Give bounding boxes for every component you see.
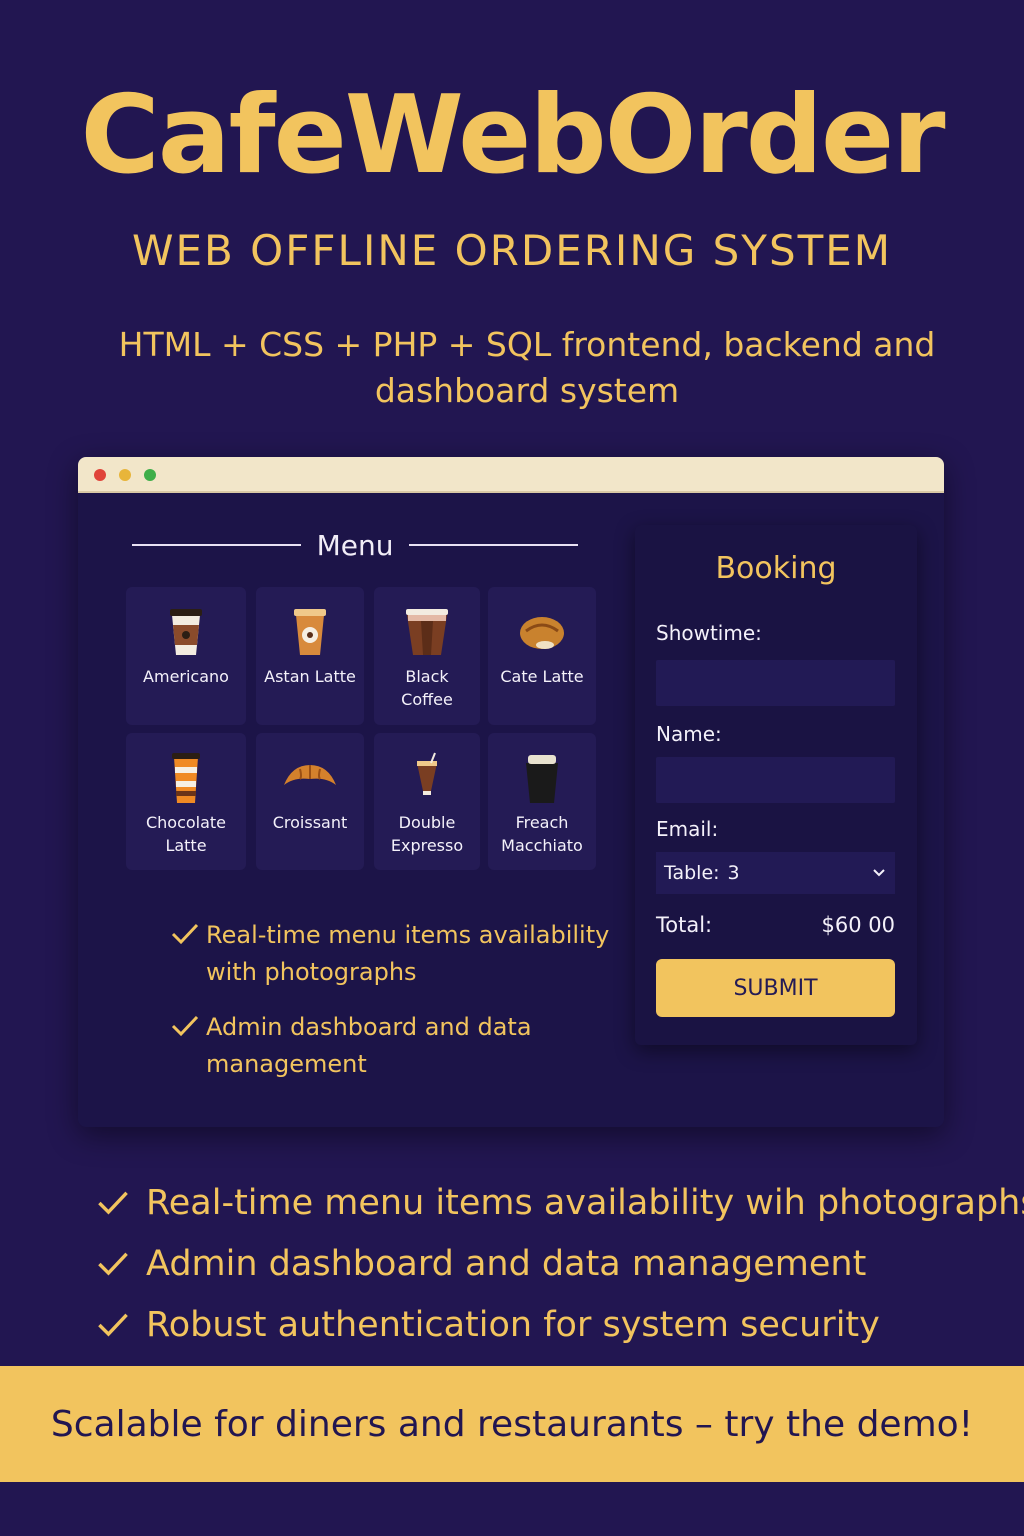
check-icon — [171, 923, 199, 945]
menu-item-label: Cate Latte — [500, 667, 584, 686]
divider — [409, 544, 579, 546]
total-value: $60 00 — [821, 913, 895, 937]
bottom-feature-text: Robust authentication for system securit… — [146, 1305, 880, 1345]
menu-item-double-expresso[interactable]: Double Expresso — [374, 733, 480, 870]
divider — [132, 544, 301, 546]
menu-heading: Menu — [132, 527, 579, 563]
feature-list: Real-time menu items availability with p… — [170, 917, 610, 1101]
bottom-feature-list: Real-time menu items availability wih ph… — [96, 1178, 1024, 1361]
menu-item-chocolate-latte[interactable]: Chocolate Latte — [126, 733, 246, 870]
chevron-down-icon — [873, 869, 885, 877]
browser-titlebar — [78, 457, 944, 493]
booking-panel: Booking Showtime: Name: Email: Table: 3 … — [635, 525, 917, 1045]
menu-item-label: Black Coffee — [401, 667, 453, 709]
name-input[interactable] — [656, 757, 895, 803]
menu-item-croissant[interactable]: Croissant — [256, 733, 364, 870]
macchiato-cup-icon — [526, 755, 558, 803]
cta-banner[interactable]: Scalable for diners and restaurants – tr… — [0, 1366, 1024, 1482]
menu-item-black-coffee[interactable]: Black Coffee — [374, 587, 480, 725]
black-coffee-cup-icon — [406, 609, 448, 655]
showtime-label: Showtime: — [656, 621, 762, 645]
table-select[interactable]: Table: 3 — [656, 852, 895, 894]
bottom-feature-item: Robust authentication for system securit… — [96, 1300, 1024, 1361]
showtime-input[interactable] — [656, 660, 895, 706]
latte-cup-icon — [294, 609, 326, 655]
menu-item-label: Chocolate Latte — [145, 813, 227, 855]
app-subtitle: WEB OFFLINE ORDERING SYSTEM — [131, 226, 893, 275]
espresso-glass-icon — [417, 752, 437, 795]
browser-window: Menu Americano Astan Latte Black Coffee … — [78, 457, 944, 1127]
menu-item-label: Freach Macchiato — [501, 813, 583, 855]
menu-item-label: Astan Latte — [264, 667, 356, 686]
maximize-window-dot[interactable] — [144, 469, 156, 481]
feature-item: Admin dashboard and data management — [170, 1009, 610, 1083]
pastry-icon — [520, 617, 564, 649]
check-icon — [98, 1191, 128, 1215]
bottom-feature-text: Real-time menu items availability wih ph… — [146, 1183, 1024, 1223]
menu-item-freach-macchiato[interactable]: Freach Macchiato — [488, 733, 596, 870]
check-icon — [98, 1313, 128, 1337]
cta-banner-text: Scalable for diners and restaurants – tr… — [50, 1403, 974, 1445]
booking-title: Booking — [715, 551, 837, 586]
total-label: Total: — [656, 913, 713, 937]
check-icon — [98, 1252, 128, 1276]
table-select-value: 3 — [727, 862, 740, 884]
menu-item-label: Croissant — [272, 813, 348, 832]
total-row: Total: $60 00 — [656, 913, 895, 937]
chocolate-latte-cup-icon — [172, 753, 200, 803]
menu-item-label: Double Expresso — [390, 813, 464, 855]
menu-item-astan-latte[interactable]: Astan Latte — [256, 587, 364, 725]
menu-item-cate-latte[interactable]: Cate Latte — [488, 587, 596, 725]
app-title: CafeWebOrder — [80, 73, 945, 198]
check-icon — [171, 1015, 199, 1037]
bottom-feature-item: Admin dashboard and data management — [96, 1239, 1024, 1300]
croissant-icon — [284, 765, 336, 785]
menu-item-label: Americano — [143, 667, 229, 686]
close-window-dot[interactable] — [94, 469, 106, 481]
tech-stack-description: HTML + CSS + PHP + SQL frontend, backend… — [118, 325, 936, 410]
feature-text: Real-time menu items availability with p… — [206, 921, 610, 986]
table-select-label: Table: — [664, 862, 720, 884]
bottom-feature-item: Real-time menu items availability wih ph… — [96, 1178, 1024, 1239]
menu-item-americano[interactable]: Americano — [126, 587, 246, 725]
submit-button[interactable]: SUBMIT — [656, 959, 895, 1017]
bottom-feature-text: Admin dashboard and data management — [146, 1244, 867, 1284]
feature-item: Real-time menu items availability with p… — [170, 917, 610, 991]
feature-text: Admin dashboard and data management — [206, 1013, 532, 1078]
email-label: Email: — [656, 817, 719, 841]
minimize-window-dot[interactable] — [119, 469, 131, 481]
menu-heading-label: Menu — [316, 528, 394, 562]
name-label: Name: — [656, 722, 722, 746]
americano-cup-icon — [170, 609, 202, 655]
